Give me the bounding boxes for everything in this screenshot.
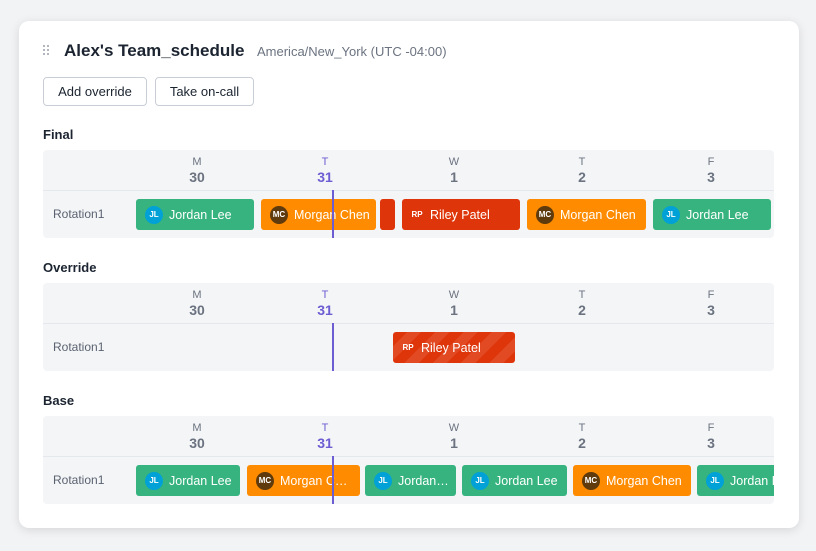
- shift-block[interactable]: JL Jordan Lee: [136, 199, 254, 230]
- shift-block[interactable]: MC Morgan Chen: [573, 465, 691, 496]
- avatar: MC: [270, 205, 288, 224]
- avatar: MC: [582, 471, 600, 490]
- day-header: M 30: [189, 422, 205, 451]
- shift-name: Jordan Lee: [398, 473, 456, 488]
- avatar: JL: [471, 471, 489, 490]
- section-label-base: Base: [43, 393, 75, 408]
- avatar: MC: [256, 471, 274, 490]
- day-header: T2: [578, 422, 586, 451]
- current-time-indicator: [332, 456, 334, 504]
- avatar: JL: [145, 205, 163, 224]
- day-header-today: T 31: [317, 422, 333, 451]
- row-label: Rotation1: [53, 340, 105, 354]
- take-oncall-button[interactable]: Take on-call: [155, 77, 254, 106]
- row-label: Rotation1: [53, 473, 105, 487]
- add-override-button[interactable]: Add override: [43, 77, 147, 106]
- section-label-final: Final: [43, 127, 74, 142]
- current-time-indicator: [332, 323, 334, 371]
- current-time-indicator: [332, 190, 334, 238]
- day-header: W1: [448, 289, 460, 318]
- shift-name: Jordan Lee: [730, 473, 774, 488]
- shift-name: Jordan Lee: [169, 473, 232, 488]
- shift-block[interactable]: JL Jordan Lee: [462, 465, 567, 496]
- timeline-base: M 30 T 31 W1 T2 F3 Rotation1 JL Jordan Lee…: [43, 416, 774, 504]
- override-block[interactable]: RP Riley Patel: [393, 332, 515, 363]
- avatar: JL: [145, 471, 163, 490]
- schedule-title: Alex's Team_schedule: [64, 41, 245, 60]
- day-header: F3: [707, 289, 715, 318]
- drag-handle-icon[interactable]: [43, 45, 51, 57]
- shift-name: Morgan Chen: [606, 473, 682, 488]
- shift-name: Riley Patel: [430, 207, 490, 222]
- timeline-override: M 30 T 31 W1 T2 F3 Rotation1 RP Riley Pate…: [43, 283, 774, 371]
- shift-name: Jordan Lee: [169, 207, 232, 222]
- avatar: JL: [662, 205, 680, 224]
- shift-name: Morgan Chen: [294, 207, 370, 222]
- row-label: Rotation1: [53, 207, 105, 221]
- section-label-override: Override: [43, 260, 97, 275]
- day-header: W1: [448, 422, 460, 451]
- avatar: JL: [706, 471, 724, 490]
- day-header: W1: [448, 156, 460, 185]
- shift-block[interactable]: JL Jordan Lee: [653, 199, 771, 230]
- day-header: M 30: [189, 156, 205, 185]
- shift-block[interactable]: MC Morgan Chen: [247, 465, 360, 496]
- avatar: MC: [536, 205, 554, 224]
- schedule-card: Alex's Team_schedule America/New_York (U…: [19, 21, 799, 528]
- shift-block[interactable]: JL Jordan Lee: [136, 465, 240, 496]
- shift-block[interactable]: MC Morgan Chen: [527, 199, 646, 230]
- shift-block[interactable]: RP Riley Patel: [402, 199, 520, 230]
- shift-block[interactable]: JL Jordan Lee: [365, 465, 456, 496]
- day-header: T2: [578, 289, 586, 318]
- day-header: T2: [578, 156, 586, 185]
- avatar: RP: [402, 343, 414, 352]
- shift-block[interactable]: MC Morgan Chen: [261, 199, 376, 230]
- shift-name: Morgan Chen: [560, 207, 636, 222]
- day-header-today: T 31: [317, 156, 333, 185]
- timezone-label: America/New_York (UTC -04:00): [257, 44, 447, 59]
- day-header-today: T 31: [317, 289, 333, 318]
- avatar: JL: [374, 471, 392, 490]
- shift-name: Riley Patel: [421, 340, 481, 355]
- day-header: F3: [707, 156, 715, 185]
- day-header: F3: [707, 422, 715, 451]
- shift-name: Jordan Lee: [686, 207, 749, 222]
- shift-block-small[interactable]: [380, 199, 395, 230]
- shift-name: Morgan Chen: [280, 473, 356, 488]
- shift-block[interactable]: JL Jordan Lee: [697, 465, 774, 496]
- shift-name: Jordan Lee: [495, 473, 558, 488]
- timeline-final: M 30 T 31 W1 T2 F3 Rotation1 JL Jordan Lee…: [43, 150, 774, 238]
- avatar: RP: [411, 210, 423, 219]
- day-header: M 30: [189, 289, 205, 318]
